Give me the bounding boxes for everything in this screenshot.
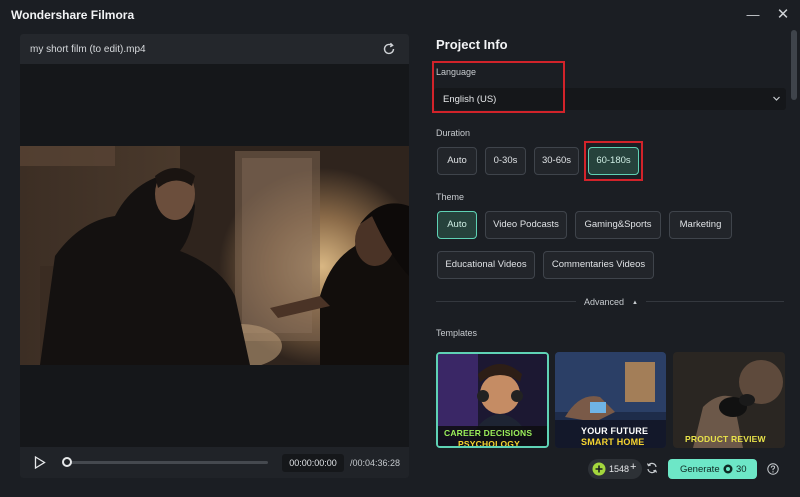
template-card-3[interactable]: PRODUCT REVIEW: [673, 352, 785, 448]
duration-highlight-box: [584, 141, 643, 181]
duration-30-60s[interactable]: 30-60s: [534, 147, 579, 175]
duration-label: Duration: [436, 128, 471, 138]
title-bar: Wondershare Filmora — ✕: [0, 0, 800, 30]
template-3-line1: PRODUCT REVIEW: [685, 434, 766, 444]
plus-icon[interactable]: +: [630, 461, 636, 473]
video-frame[interactable]: [20, 146, 409, 365]
total-time: /00:04:36:28: [350, 458, 401, 468]
divider-right: [646, 301, 784, 302]
language-highlight-box: [432, 61, 565, 113]
theme-marketing[interactable]: Marketing: [669, 211, 732, 239]
video-still: [20, 146, 409, 365]
chevron-down-icon: [773, 96, 780, 101]
refresh-icon[interactable]: [381, 41, 397, 57]
template-2-line2: SMART HOME: [581, 437, 645, 447]
caret-up-icon[interactable]: ▲: [632, 300, 638, 306]
template-1-line2: PSYCHOLOGY: [458, 439, 520, 448]
theme-commentaries-videos[interactable]: Commentaries Videos: [543, 251, 654, 279]
file-name: my short film (to edit).mp4: [30, 44, 146, 55]
scrubber-handle[interactable]: [62, 457, 72, 467]
help-icon[interactable]: [767, 463, 779, 475]
theme-label: Theme: [436, 192, 465, 202]
template-card-1[interactable]: CAREER DECISIONS PSYCHOLOGY: [436, 352, 549, 448]
sync-icon[interactable]: [646, 462, 658, 474]
play-icon[interactable]: [34, 456, 46, 469]
theme-educational-videos[interactable]: Educational Videos: [437, 251, 535, 279]
video-preview-panel: my short film (to edit).mp4 00:00:00:00 …: [20, 34, 409, 478]
file-bar: my short film (to edit).mp4: [20, 34, 409, 64]
theme-video-podcasts[interactable]: Video Podcasts: [485, 211, 567, 239]
coin-icon: [592, 462, 606, 476]
close-button[interactable]: ✕: [773, 5, 793, 25]
theme-auto[interactable]: Auto: [437, 211, 477, 239]
advanced-toggle[interactable]: Advanced: [584, 297, 624, 307]
template-card-2[interactable]: YOUR FUTURE SMART HOME: [555, 352, 666, 448]
credits-pill[interactable]: 1548 +: [588, 459, 642, 479]
template-2-line1: YOUR FUTURE: [581, 426, 649, 436]
duration-0-30s[interactable]: 0-30s: [485, 147, 526, 175]
playback-controls: 00:00:00:00 /00:04:36:28: [20, 447, 409, 478]
template-1-line1: CAREER DECISIONS: [444, 428, 533, 438]
generate-label: Generate: [680, 464, 720, 475]
minimize-button[interactable]: —: [743, 5, 763, 25]
generate-button[interactable]: Generate 30: [668, 459, 757, 479]
divider-left: [436, 301, 576, 302]
project-info-title: Project Info: [436, 37, 508, 52]
right-panel-scrollbar[interactable]: [791, 30, 797, 100]
theme-gaming-sports[interactable]: Gaming&Sports: [575, 211, 661, 239]
credits-count: 1548: [609, 464, 630, 474]
coin-icon: [723, 464, 733, 474]
current-time: 00:00:00:00: [282, 454, 344, 472]
timeline-scrubber[interactable]: [66, 461, 268, 464]
app-title: Wondershare Filmora: [11, 8, 135, 22]
generate-cost: 30: [736, 464, 747, 475]
templates-label: Templates: [436, 328, 478, 338]
duration-auto[interactable]: Auto: [437, 147, 477, 175]
